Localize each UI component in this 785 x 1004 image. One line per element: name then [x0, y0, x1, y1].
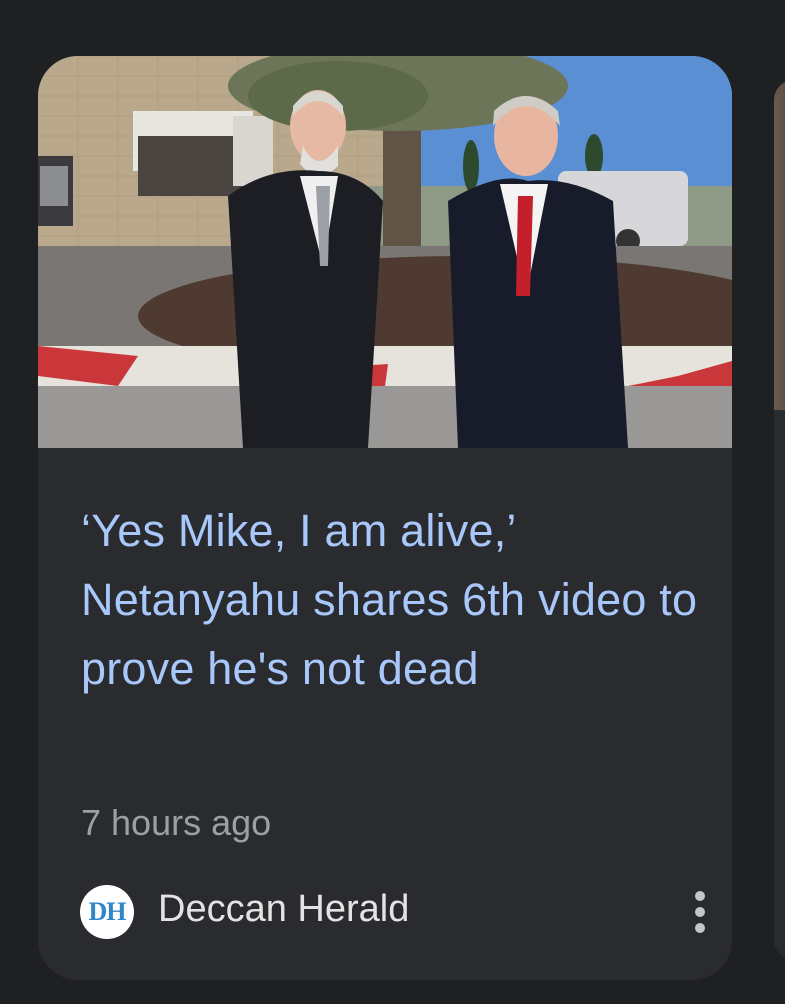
article-image[interactable] [38, 56, 732, 448]
news-card[interactable]: ‘Yes Mike, I am alive,’ Netanyahu shares… [38, 56, 732, 980]
article-timestamp: 7 hours ago [81, 802, 272, 843]
more-dot [695, 907, 705, 917]
source-logo: DH [80, 885, 134, 939]
next-news-card[interactable] [774, 80, 785, 960]
more-vert-icon[interactable] [680, 882, 720, 942]
article-headline[interactable]: ‘Yes Mike, I am alive,’ Netanyahu shares… [81, 496, 701, 703]
next-card-image [774, 80, 785, 410]
more-dot [695, 891, 705, 901]
more-dot [695, 923, 705, 933]
source-name[interactable]: Deccan Herald [158, 888, 409, 931]
source-row: DH Deccan Herald [80, 882, 705, 942]
news-feed: ‘Yes Mike, I am alive,’ Netanyahu shares… [0, 0, 785, 1004]
